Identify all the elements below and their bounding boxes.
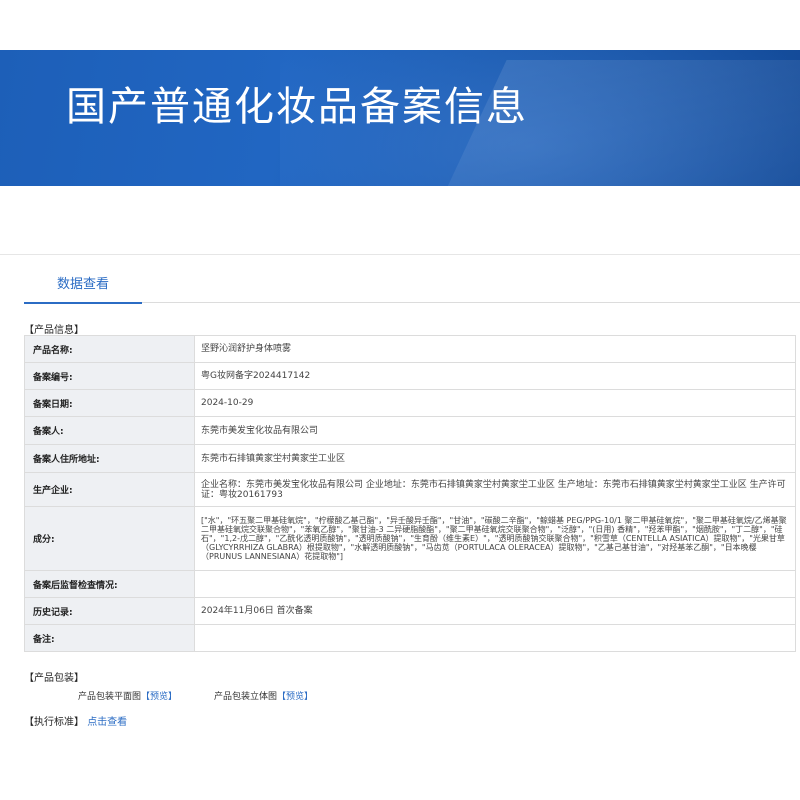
section-label-standard: 【执行标准】 [24, 717, 84, 728]
row-label: 备注: [24, 624, 195, 652]
data-panel: 数据查看 【产品信息】 产品名称: 坚野沁润舒护身体喷雾 备案编号: 粤G妆网备… [0, 254, 800, 800]
product-name-value: 坚野沁润舒护身体喷雾 [194, 335, 796, 363]
filer-address-value: 东莞市石排镇黄家坣村黄家坣工业区 [194, 444, 796, 473]
row-label: 成分: [24, 506, 195, 571]
table-row: 产品名称: 坚野沁润舒护身体喷雾 [24, 335, 796, 363]
table-row: 生产企业: 企业名称：东莞市美发宝化妆品有限公司 企业地址：东莞市石排镇黄家坣村… [24, 472, 796, 507]
table-row: 成分: ["水"，"环五聚二甲基硅氧烷"，"柠檬酸乙基己酯"，"异壬酸异壬酯"，… [24, 506, 796, 571]
page-banner: 国产普通化妆品备案信息 [0, 50, 800, 186]
row-label: 备案后监督检查情况: [24, 570, 195, 598]
row-label: 备案人住所地址: [24, 444, 195, 473]
table-row: 备案人住所地址: 东莞市石排镇黄家坣村黄家坣工业区 [24, 444, 796, 473]
ingredients-value: ["水"，"环五聚二甲基硅氧烷"，"柠檬酸乙基己酯"，"异壬酸异壬酯"，"甘油"… [194, 506, 796, 571]
section-label-product-info: 【产品信息】 [24, 325, 84, 336]
tab-data-view[interactable]: 数据查看 [24, 273, 142, 304]
table-row: 备案编号: 粤G妆网备字2024417142 [24, 362, 796, 390]
table-row: 备注: [24, 624, 796, 652]
table-row: 备案人: 东莞市美发宝化妆品有限公司 [24, 416, 796, 445]
tab-bar: 数据查看 [24, 273, 800, 304]
row-label: 历史记录: [24, 597, 195, 625]
supervision-value [194, 570, 796, 598]
section-standard: 【执行标准】 点击查看 [24, 713, 127, 728]
packaging-solid: 产品包装立体图【预览】 [214, 689, 313, 702]
row-label: 生产企业: [24, 472, 195, 507]
row-label: 备案编号: [24, 362, 195, 390]
history-value: 2024年11月06日 首次备案 [194, 597, 796, 625]
row-label: 备案人: [24, 416, 195, 445]
table-row: 历史记录: 2024年11月06日 首次备案 [24, 597, 796, 625]
section-label-packaging: 【产品包装】 [24, 673, 84, 684]
packaging-flat: 产品包装平面图【预览】 [78, 689, 177, 702]
table-row: 备案后监督检查情况: [24, 570, 796, 598]
packaging-solid-preview-link[interactable]: 【预览】 [277, 692, 313, 702]
filer-value: 东莞市美发宝化妆品有限公司 [194, 416, 796, 445]
page-title: 国产普通化妆品备案信息 [66, 84, 528, 130]
row-label: 产品名称: [24, 335, 195, 363]
remarks-value [194, 624, 796, 652]
table-row: 备案日期: 2024-10-29 [24, 389, 796, 417]
manufacturer-value: 企业名称：东莞市美发宝化妆品有限公司 企业地址：东莞市石排镇黄家坣村黄家坣工业区… [194, 472, 796, 507]
filing-number-value: 粤G妆网备字2024417142 [194, 362, 796, 390]
packaging-solid-label: 产品包装立体图 [214, 692, 278, 702]
filing-date-value: 2024-10-29 [194, 389, 796, 417]
packaging-flat-label: 产品包装平面图 [78, 692, 142, 702]
standard-view-link[interactable]: 点击查看 [87, 717, 127, 728]
product-info-table: 产品名称: 坚野沁润舒护身体喷雾 备案编号: 粤G妆网备字2024417142 … [24, 335, 796, 652]
row-label: 备案日期: [24, 389, 195, 417]
packaging-flat-preview-link[interactable]: 【预览】 [141, 692, 177, 702]
